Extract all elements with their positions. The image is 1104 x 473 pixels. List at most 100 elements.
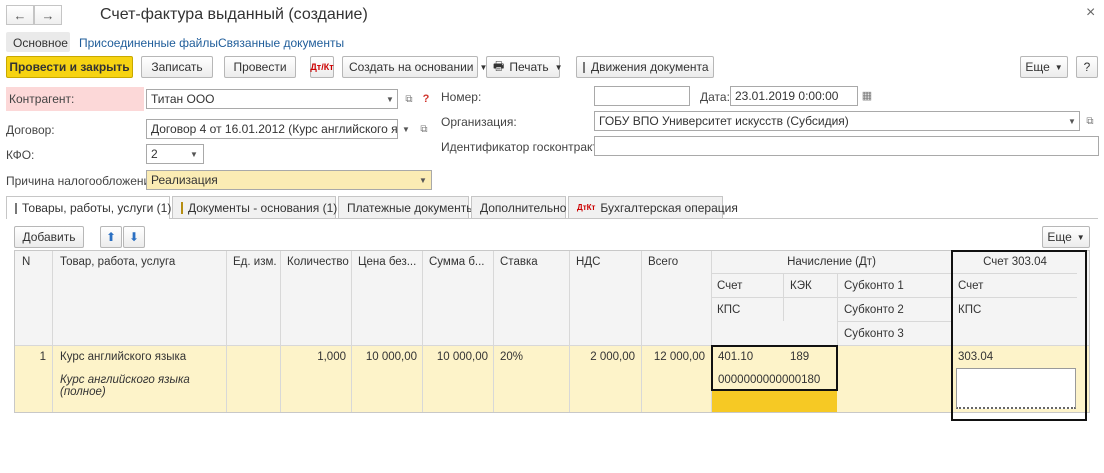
counterparty-field[interactable]: Титан ООО <box>146 89 398 109</box>
row-total[interactable]: 12 000,00 <box>644 351 705 363</box>
close-icon: × <box>1086 4 1096 21</box>
accrual-highlight-frame <box>711 345 838 391</box>
tab-base-documents[interactable]: Документы - основания (1) <box>172 196 338 218</box>
row-product[interactable]: Курс английского языка <box>60 351 186 363</box>
tab-additional[interactable]: Дополнительно <box>471 196 566 218</box>
calendar-icon[interactable]: ▦ <box>859 86 875 104</box>
chevron-down-icon: ▼ <box>1076 232 1085 242</box>
chevron-down-icon: ▼ <box>554 62 563 72</box>
contract-id-label: Идентификатор госконтракта: <box>441 140 608 154</box>
col-header-subconto-1[interactable]: Субконто 1 <box>844 280 904 292</box>
document-movements-button[interactable]: Движения документа <box>576 56 714 78</box>
row-accent-block <box>712 390 837 412</box>
contract-field[interactable]: Договор 4 от 16.01.2012 (Курс английског… <box>146 119 398 139</box>
col-header-kek[interactable]: КЭК <box>790 280 812 292</box>
chevron-down-icon[interactable]: ▼ <box>382 89 398 109</box>
dt-kt-icon: Дт/Кт <box>310 62 334 72</box>
table-icon <box>15 202 17 214</box>
forward-button[interactable]: → <box>34 5 62 25</box>
col-header-qty[interactable]: Количество <box>287 256 349 268</box>
col-header-n[interactable]: N <box>22 256 30 268</box>
back-button[interactable]: ← <box>6 5 34 25</box>
tab-additional-label: Дополнительно <box>480 200 567 215</box>
col-header-total[interactable]: Всего <box>648 256 678 268</box>
tab-base-documents-label: Документы - основания (1) <box>188 200 338 215</box>
report-icon <box>583 61 585 73</box>
chevron-down-icon[interactable]: ▼ <box>1064 111 1080 131</box>
tax-reason-field[interactable]: Реализация <box>146 170 432 190</box>
tab-goods[interactable]: Товары, работы, услуги (1) <box>6 196 172 219</box>
help-button[interactable]: ? <box>1076 56 1098 78</box>
add-row-button[interactable]: Добавить <box>14 226 84 248</box>
row-price[interactable]: 10 000,00 <box>355 351 417 363</box>
col-header-rate[interactable]: Ставка <box>500 256 538 268</box>
printer-icon: 🖶 <box>493 58 505 73</box>
col-header-vat[interactable]: НДС <box>576 256 600 268</box>
col-header-kps[interactable]: КПС <box>717 304 740 316</box>
account-303-highlight-frame <box>951 250 1087 421</box>
section-link-related-docs[interactable]: Связанные документы <box>218 36 344 50</box>
arrow-left-icon: ← <box>13 7 27 23</box>
arrow-up-icon: ⬆ <box>105 230 117 244</box>
col-header-subconto-3[interactable]: Субконто 3 <box>844 328 904 340</box>
tab-goods-label: Товары, работы, услуги (1) <box>22 201 172 215</box>
number-label: Номер: <box>441 90 482 104</box>
open-icon[interactable]: ⧉ <box>401 90 417 108</box>
row-qty[interactable]: 1,000 <box>284 351 346 363</box>
table-more-button[interactable]: Еще ▼ <box>1042 226 1090 248</box>
counterparty-label: Контрагент: <box>9 92 75 106</box>
row-rate[interactable]: 20% <box>500 351 523 363</box>
organization-field[interactable]: ГОБУ ВПО Университет искусств (Субсидия) <box>594 111 1080 131</box>
contract-label: Договор: <box>6 123 55 137</box>
organization-label: Организация: <box>441 115 517 129</box>
document-icon <box>181 201 183 214</box>
save-button[interactable]: Записать <box>141 56 213 78</box>
col-header-unit[interactable]: Ед. изм. <box>233 256 277 268</box>
move-up-button[interactable]: ⬆ <box>100 226 122 248</box>
more-button[interactable]: Еще ▼ <box>1020 56 1068 78</box>
chevron-down-icon[interactable]: ▼ <box>186 144 202 164</box>
section-link-attached-files[interactable]: Присоединенные файлы <box>79 36 218 50</box>
arrow-down-icon: ⬇ <box>128 230 140 244</box>
row-number: 1 <box>39 351 46 363</box>
date-label: Дата: <box>700 90 730 104</box>
tax-reason-label: Причина налогообложения: <box>6 174 161 188</box>
kfo-label: КФО: <box>6 148 35 162</box>
col-header-accrual[interactable]: Начисление (Дт) <box>712 256 951 268</box>
create-based-on-label: Создать на основании <box>349 60 474 74</box>
help-icon[interactable]: ? <box>418 90 434 108</box>
print-button[interactable]: 🖶 Печать ▼ <box>486 56 563 78</box>
tab-payment-documents[interactable]: Платежные документы <box>338 196 475 218</box>
col-header-product[interactable]: Товар, работа, услуга <box>60 256 175 268</box>
col-header-account[interactable]: Счет <box>717 280 742 292</box>
dt-kt-button[interactable]: Дт/Кт <box>310 56 334 78</box>
section-link-main[interactable]: Основное <box>13 36 68 50</box>
row-product-full[interactable]: Курс английского языка (полное) <box>60 374 220 398</box>
row-sum[interactable]: 10 000,00 <box>426 351 488 363</box>
post-button[interactable]: Провести <box>224 56 296 78</box>
page-title: Счет-фактура выданный (создание) <box>100 6 368 23</box>
create-based-on-button[interactable]: Создать на основании ▼ <box>342 56 487 78</box>
more-label: Еще <box>1025 60 1050 74</box>
contract-id-field[interactable] <box>594 136 1099 156</box>
open-icon[interactable]: ⧉ <box>1082 112 1098 130</box>
move-down-button[interactable]: ⬇ <box>123 226 145 248</box>
chevron-down-icon[interactable]: ▼ <box>398 119 414 139</box>
col-header-sum[interactable]: Сумма б... <box>429 256 485 268</box>
arrow-right-icon: → <box>41 7 55 23</box>
post-and-close-button[interactable]: Провести и закрыть <box>6 56 133 78</box>
table-more-label: Еще <box>1047 230 1072 244</box>
open-icon[interactable]: ⧉ <box>416 120 432 138</box>
print-label: Печать <box>509 60 549 74</box>
number-field[interactable] <box>594 86 690 106</box>
date-field[interactable]: 23.01.2019 0:00:00 <box>730 86 858 106</box>
tab-accounting-operation[interactable]: ДтКт Бухгалтерская операция <box>568 196 738 218</box>
col-header-price[interactable]: Цена без... <box>358 256 416 268</box>
document-movements-label: Движения документа <box>591 60 709 74</box>
dt-kt-icon: ДтКт <box>577 203 596 212</box>
close-button[interactable]: × <box>1086 4 1095 22</box>
chevron-down-icon[interactable]: ▼ <box>415 170 431 190</box>
row-vat[interactable]: 2 000,00 <box>573 351 635 363</box>
chevron-down-icon: ▼ <box>1054 62 1063 72</box>
col-header-subconto-2[interactable]: Субконто 2 <box>844 304 904 316</box>
